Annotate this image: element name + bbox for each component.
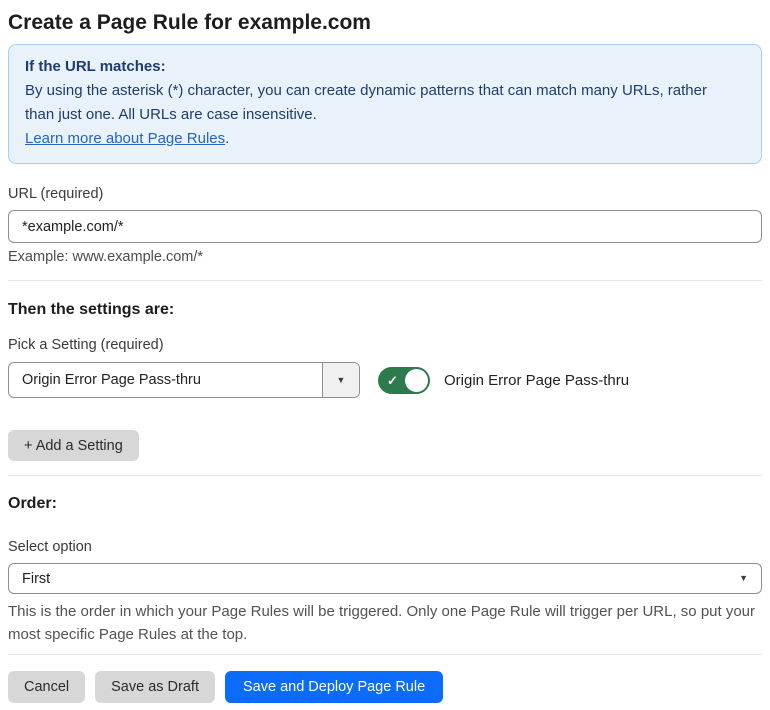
- divider: [8, 280, 762, 281]
- url-input[interactable]: [8, 210, 762, 243]
- order-section-heading: Order:: [8, 495, 57, 512]
- setting-dropdown[interactable]: Origin Error Page Pass-thru ▼: [8, 362, 360, 398]
- setting-toggle-label: Origin Error Page Pass-thru: [444, 371, 630, 389]
- order-helper-text: This is the order in which your Page Rul…: [8, 603, 756, 643]
- divider: [8, 475, 762, 476]
- info-box-heading: If the URL matches:: [25, 58, 166, 75]
- info-box-body: By using the asterisk (*) character, you…: [25, 82, 707, 123]
- url-match-info-box: If the URL matches: By using the asteris…: [8, 44, 762, 164]
- save-and-deploy-button[interactable]: Save and Deploy Page Rule: [224, 671, 444, 703]
- footer-actions: Cancel Save as Draft Save and Deploy Pag…: [8, 671, 762, 703]
- page-title: Create a Page Rule for example.com: [8, 11, 371, 34]
- divider: [8, 654, 762, 655]
- setting-toggle[interactable]: ✓: [378, 366, 430, 394]
- info-box-link-line: Learn more about Page Rules.: [25, 127, 745, 151]
- link-suffix: .: [225, 130, 230, 147]
- order-select-label: Select option: [8, 539, 92, 555]
- chevron-down-icon: ▼: [739, 573, 748, 583]
- order-select[interactable]: First ▼: [8, 563, 762, 594]
- save-as-draft-button[interactable]: Save as Draft: [95, 671, 215, 703]
- toggle-knob: [405, 368, 428, 392]
- chevron-down-icon: ▼: [336, 374, 346, 385]
- order-select-value: First: [22, 570, 51, 587]
- setting-dropdown-value: Origin Error Page Pass-thru: [22, 372, 201, 388]
- check-icon: ✓: [387, 372, 398, 388]
- settings-section-heading: Then the settings are:: [8, 301, 175, 318]
- setting-row: Origin Error Page Pass-thru ▼ ✓ Origin E…: [8, 362, 762, 398]
- pick-setting-label: Pick a Setting (required): [8, 337, 164, 353]
- page-rule-form: Create a Page Rule for example.com If th…: [0, 8, 770, 703]
- add-setting-button[interactable]: + Add a Setting: [8, 430, 139, 461]
- url-field-label: URL (required): [8, 186, 104, 202]
- cancel-button[interactable]: Cancel: [8, 671, 86, 703]
- learn-more-link[interactable]: Learn more about Page Rules: [25, 130, 225, 147]
- url-example-helper: Example: www.example.com/*: [8, 249, 204, 265]
- setting-dropdown-arrow-button[interactable]: ▼: [322, 363, 359, 397]
